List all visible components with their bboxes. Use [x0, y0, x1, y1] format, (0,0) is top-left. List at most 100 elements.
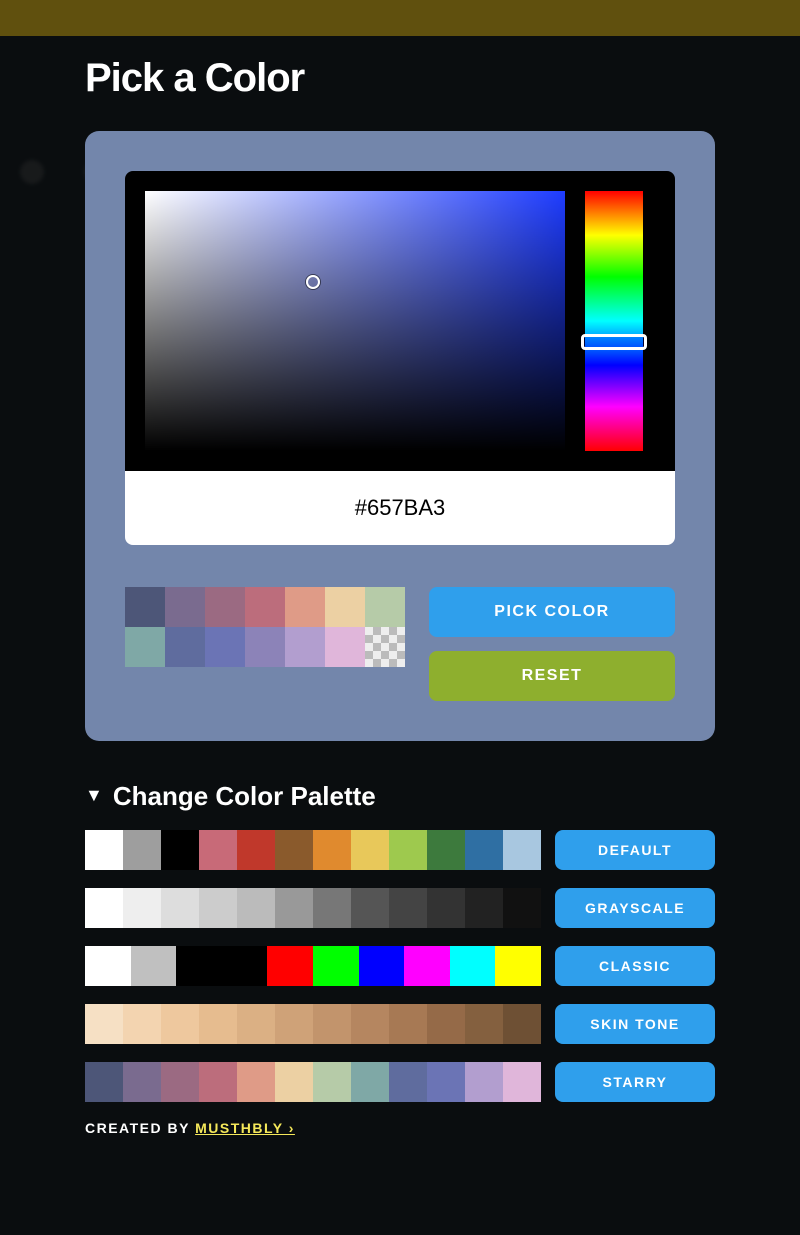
- credit-prefix: CREATED BY: [85, 1120, 195, 1136]
- palette-color[interactable]: [85, 888, 123, 928]
- hue-thumb[interactable]: [581, 334, 647, 350]
- saturation-value-area[interactable]: [145, 191, 565, 451]
- palette-strip[interactable]: [85, 946, 541, 986]
- palette-color[interactable]: [495, 946, 541, 986]
- swatch[interactable]: [125, 627, 165, 667]
- sv-cursor[interactable]: [306, 275, 320, 289]
- palette-color[interactable]: [503, 1004, 541, 1044]
- swatch[interactable]: [245, 627, 285, 667]
- swatch[interactable]: [245, 587, 285, 627]
- palette-color[interactable]: [123, 1062, 161, 1102]
- palette-color[interactable]: [237, 1062, 275, 1102]
- palette-color[interactable]: [199, 830, 237, 870]
- palette-color[interactable]: [123, 830, 161, 870]
- palette-color[interactable]: [503, 830, 541, 870]
- palette-strip[interactable]: [85, 1062, 541, 1102]
- palette-color[interactable]: [85, 1004, 123, 1044]
- palette-color[interactable]: [389, 830, 427, 870]
- swatch[interactable]: [325, 627, 365, 667]
- palette-color[interactable]: [275, 1004, 313, 1044]
- picker-canvas-wrap: [125, 171, 675, 471]
- swatch[interactable]: [165, 587, 205, 627]
- palette-section-title[interactable]: ▼ Change Color Palette: [85, 781, 715, 812]
- palette-color[interactable]: [404, 946, 450, 986]
- swatch[interactable]: [365, 587, 405, 627]
- palette-color[interactable]: [237, 830, 275, 870]
- palette-select-button[interactable]: SKIN TONE: [555, 1004, 715, 1044]
- palette-color[interactable]: [199, 1004, 237, 1044]
- palette-color[interactable]: [237, 888, 275, 928]
- palette-color[interactable]: [199, 1062, 237, 1102]
- palette-row: GRAYSCALE: [85, 888, 715, 928]
- palette-color[interactable]: [427, 888, 465, 928]
- palette-color[interactable]: [389, 888, 427, 928]
- palette-select-button[interactable]: GRAYSCALE: [555, 888, 715, 928]
- palette-color[interactable]: [313, 888, 351, 928]
- palette-color[interactable]: [123, 1004, 161, 1044]
- palette-color[interactable]: [161, 830, 199, 870]
- palette-row: STARRY: [85, 1062, 715, 1102]
- palette-strip[interactable]: [85, 830, 541, 870]
- palette-section-label: Change Color Palette: [113, 781, 376, 812]
- palette-color[interactable]: [351, 888, 389, 928]
- palette-strip[interactable]: [85, 1004, 541, 1044]
- palette-color[interactable]: [389, 1004, 427, 1044]
- palette-color[interactable]: [351, 1004, 389, 1044]
- swatch[interactable]: [205, 587, 245, 627]
- palette-color[interactable]: [237, 1004, 275, 1044]
- swatch[interactable]: [325, 587, 365, 627]
- palette-color[interactable]: [313, 946, 359, 986]
- swatch[interactable]: [205, 627, 245, 667]
- swatch[interactable]: [285, 587, 325, 627]
- palette-color[interactable]: [351, 1062, 389, 1102]
- palette-color[interactable]: [161, 1004, 199, 1044]
- page-title: Pick a Color: [85, 56, 715, 101]
- swatch[interactable]: [285, 627, 325, 667]
- palette-color[interactable]: [503, 1062, 541, 1102]
- swatch[interactable]: [365, 627, 405, 667]
- swatch[interactable]: [125, 587, 165, 627]
- palette-color[interactable]: [313, 830, 351, 870]
- palette-color[interactable]: [275, 830, 313, 870]
- recent-swatches: [125, 587, 405, 667]
- palette-color[interactable]: [176, 946, 222, 986]
- palette-color[interactable]: [123, 888, 161, 928]
- palette-color[interactable]: [427, 1062, 465, 1102]
- palette-color[interactable]: [275, 888, 313, 928]
- palette-color[interactable]: [85, 946, 131, 986]
- palette-select-button[interactable]: STARRY: [555, 1062, 715, 1102]
- palette-color[interactable]: [465, 1004, 503, 1044]
- palette-color[interactable]: [450, 946, 496, 986]
- palette-select-button[interactable]: DEFAULT: [555, 830, 715, 870]
- palette-color[interactable]: [131, 946, 177, 986]
- palette-color[interactable]: [161, 1062, 199, 1102]
- reset-button[interactable]: RESET: [429, 651, 675, 701]
- palette-strip[interactable]: [85, 888, 541, 928]
- palette-color[interactable]: [313, 1004, 351, 1044]
- hue-slider[interactable]: [585, 191, 643, 451]
- palette-color[interactable]: [161, 888, 199, 928]
- palette-color[interactable]: [85, 1062, 123, 1102]
- palette-color[interactable]: [359, 946, 405, 986]
- palette-color[interactable]: [313, 1062, 351, 1102]
- palette-select-button[interactable]: CLASSIC: [555, 946, 715, 986]
- palette-color[interactable]: [465, 888, 503, 928]
- swatch[interactable]: [165, 627, 205, 667]
- pick-color-button[interactable]: PICK COLOR: [429, 587, 675, 637]
- top-banner: [0, 0, 800, 36]
- palette-color[interactable]: [503, 888, 541, 928]
- palette-color[interactable]: [199, 888, 237, 928]
- palette-row: CLASSIC: [85, 946, 715, 986]
- credit-author-link[interactable]: MUSTHBLY ›: [195, 1120, 295, 1136]
- palette-color[interactable]: [427, 1004, 465, 1044]
- palette-color[interactable]: [275, 1062, 313, 1102]
- palette-color[interactable]: [267, 946, 313, 986]
- palette-color[interactable]: [427, 830, 465, 870]
- palette-color[interactable]: [222, 946, 268, 986]
- hex-readout[interactable]: #657BA3: [125, 471, 675, 545]
- palette-color[interactable]: [465, 1062, 503, 1102]
- palette-color[interactable]: [351, 830, 389, 870]
- palette-color[interactable]: [389, 1062, 427, 1102]
- palette-color[interactable]: [85, 830, 123, 870]
- palette-color[interactable]: [465, 830, 503, 870]
